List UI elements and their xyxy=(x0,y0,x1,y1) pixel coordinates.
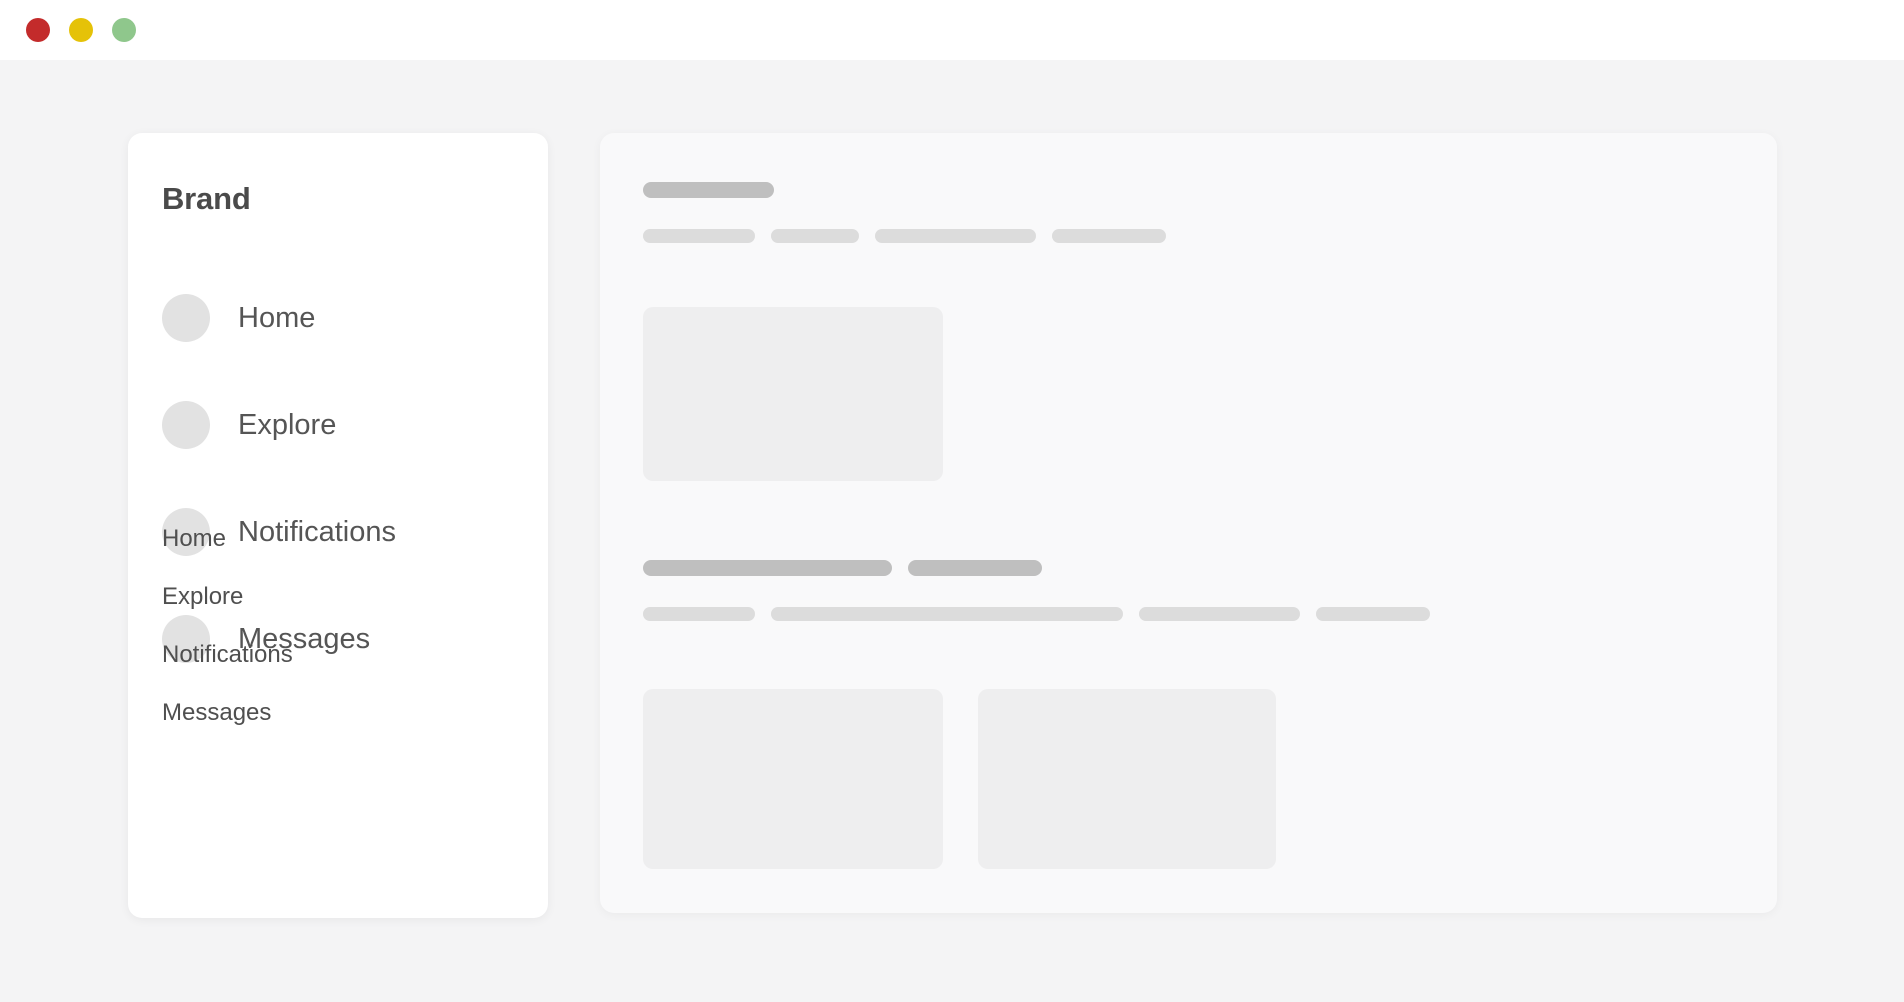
sidebar-item-explore[interactable]: Explore xyxy=(162,401,522,449)
skeleton-line-bar xyxy=(875,229,1036,243)
skeleton-line-bar xyxy=(643,229,755,243)
skeleton-title-bar xyxy=(643,182,774,198)
skeleton-line-bar xyxy=(1052,229,1166,243)
close-window-icon[interactable] xyxy=(26,18,50,42)
skeleton-line-bar xyxy=(1139,607,1300,621)
sidebar: Brand Home Explore Notifications Message… xyxy=(128,133,548,918)
window-controls xyxy=(26,18,136,42)
avatar-circle-icon xyxy=(162,401,210,449)
skeleton-image-placeholder xyxy=(643,689,943,869)
skeleton-line-bar xyxy=(643,607,755,621)
sidebar-secondary-item-messages[interactable]: Messages xyxy=(162,698,522,728)
sidebar-item-label: Home xyxy=(238,301,316,334)
skeleton-line-row xyxy=(643,607,1430,621)
sidebar-secondary-item-notifications[interactable]: Notifications xyxy=(162,640,522,670)
window-titlebar xyxy=(0,0,1904,60)
sidebar-item-label: Explore xyxy=(238,408,337,441)
sidebar-item-home[interactable]: Home xyxy=(162,294,522,342)
skeleton-image-placeholder xyxy=(643,307,943,481)
avatar-circle-icon xyxy=(162,294,210,342)
maximize-window-icon[interactable] xyxy=(112,18,136,42)
skeleton-line-bar xyxy=(771,229,859,243)
brand-title: Brand xyxy=(162,181,251,216)
skeleton-section-2-text xyxy=(643,560,1430,621)
sidebar-secondary-item-home[interactable]: Home xyxy=(162,524,522,554)
minimize-window-icon[interactable] xyxy=(69,18,93,42)
skeleton-line-row xyxy=(643,229,1166,243)
skeleton-image-grid xyxy=(643,689,1276,869)
skeleton-image-placeholder xyxy=(978,689,1276,869)
main-content-card xyxy=(600,133,1777,913)
sidebar-nav-secondary: Home Explore Notifications Messages xyxy=(162,524,522,756)
skeleton-line-bar xyxy=(1316,607,1430,621)
skeleton-title-bar xyxy=(908,560,1042,576)
skeleton-line-bar xyxy=(771,607,1123,621)
skeleton-title-row xyxy=(643,560,1430,576)
sidebar-secondary-item-explore[interactable]: Explore xyxy=(162,582,522,612)
skeleton-title-bar xyxy=(643,560,892,576)
skeleton-section-1-text xyxy=(643,182,1166,243)
